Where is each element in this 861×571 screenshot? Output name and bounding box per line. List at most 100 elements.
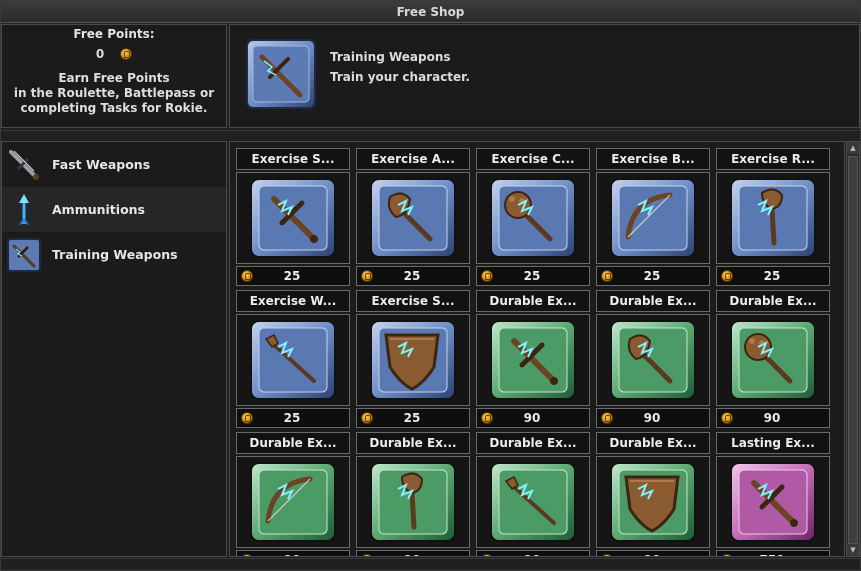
window-footer — [1, 558, 860, 570]
shop-item-price: 90 — [476, 550, 590, 556]
shield-icon[interactable] — [596, 456, 710, 548]
shop-item-tile[interactable]: Durable Ex... 90 — [596, 432, 710, 556]
scrollbar-thumb[interactable] — [848, 156, 858, 544]
shop-item-tile[interactable]: Durable Ex... 90 — [236, 432, 350, 556]
shop-item-name: Exercise W... — [236, 290, 350, 312]
sidebar-item-label: Fast Weapons — [52, 157, 151, 172]
item-grid-scrollbar[interactable]: ▲ ▼ — [846, 141, 860, 557]
shop-item-price: 90 — [716, 408, 830, 428]
shop-item-price: 25 — [356, 266, 470, 286]
club-icon[interactable] — [716, 314, 830, 406]
shop-item-name: Durable Ex... — [476, 432, 590, 454]
shop-item-name: Exercise S... — [356, 290, 470, 312]
shop-item-price-value: 90 — [597, 551, 707, 556]
shop-item-tile[interactable]: Exercise R... 25 — [716, 148, 830, 286]
shop-item-name: Exercise B... — [596, 148, 710, 170]
shop-item-name: Durable Ex... — [476, 290, 590, 312]
shop-item-price-value: 25 — [643, 269, 661, 283]
sidebar-item-ammunitions[interactable]: Ammunitions — [2, 187, 226, 232]
shop-item-tile[interactable]: Exercise C... 25 — [476, 148, 590, 286]
shop-item-price-value: 25 — [403, 411, 421, 425]
shop-item-tile[interactable]: Durable Ex... 90 — [476, 290, 590, 428]
arrow-icon — [6, 192, 42, 228]
item-grid: Exercise S... 25 Exercise A... 25 Exercise C… — [229, 141, 845, 557]
shop-item-tile[interactable]: Exercise W... 25 — [236, 290, 350, 428]
wand-icon[interactable] — [476, 456, 590, 548]
shop-item-price: 90 — [236, 550, 350, 556]
wand-icon[interactable] — [236, 314, 350, 406]
shop-item-price-value: 25 — [283, 269, 301, 283]
shop-item-tile[interactable]: Durable Ex... 90 — [356, 432, 470, 556]
training-sword-icon — [6, 237, 42, 273]
shop-item-price-value: 25 — [403, 269, 421, 283]
coin-icon — [120, 48, 133, 60]
shop-item-name: Lasting Ex... — [716, 432, 830, 454]
category-info-text: Training Weapons Train your character. — [330, 47, 470, 87]
shop-item-name: Exercise R... — [716, 148, 830, 170]
shop-item-price-value: 90 — [237, 551, 347, 556]
free-points-desc-line: completing Tasks for Rokie. — [20, 101, 208, 115]
shop-item-name: Exercise C... — [476, 148, 590, 170]
shop-item-price-value: 90 — [477, 551, 587, 556]
shop-item-name: Exercise S... — [236, 148, 350, 170]
sword-icon[interactable] — [716, 456, 830, 548]
rod-icon[interactable] — [716, 172, 830, 264]
shop-item-name: Durable Ex... — [596, 290, 710, 312]
free-points-desc-line: Earn Free Points — [58, 71, 170, 85]
window-title: Free Shop — [1, 1, 860, 23]
axe-icon[interactable] — [356, 172, 470, 264]
shop-item-price: 90 — [476, 408, 590, 428]
category-sidebar: Fast Weapons Ammunitions Training Weapon… — [1, 141, 227, 557]
bow-icon[interactable] — [236, 456, 350, 548]
scroll-up-arrow-icon[interactable]: ▲ — [847, 142, 859, 154]
sidebar-item-training-weapons[interactable]: Training Weapons — [2, 232, 226, 277]
shop-item-name: Exercise A... — [356, 148, 470, 170]
sword-icon[interactable] — [236, 172, 350, 264]
shop-item-tile[interactable]: Exercise B... 25 — [596, 148, 710, 286]
shop-item-price: 25 — [236, 408, 350, 428]
free-points-balance: 0 — [2, 47, 226, 61]
free-points-panel: Free Points: 0 Earn Free Points in the R… — [1, 24, 227, 128]
shield-icon[interactable] — [356, 314, 470, 406]
shop-item-price: 90 — [356, 550, 470, 556]
shop-item-name: Durable Ex... — [236, 432, 350, 454]
shop-item-price: 25 — [236, 266, 350, 286]
shop-item-tile[interactable]: Exercise S... 25 — [236, 148, 350, 286]
shop-item-price: 25 — [716, 266, 830, 286]
rod-icon[interactable] — [356, 456, 470, 548]
shop-item-tile[interactable]: Exercise A... 25 — [356, 148, 470, 286]
shop-item-price-value: 90 — [643, 411, 661, 425]
training-sword-icon — [244, 37, 318, 111]
shop-item-name: Durable Ex... — [356, 432, 470, 454]
shop-item-name: Durable Ex... — [716, 290, 830, 312]
shop-item-tile[interactable]: Exercise S... 25 — [356, 290, 470, 428]
axe-icon[interactable] — [596, 314, 710, 406]
sword-icon[interactable] — [476, 314, 590, 406]
sidebar-item-label: Training Weapons — [52, 247, 178, 262]
shop-item-name: Durable Ex... — [596, 432, 710, 454]
shop-item-price: 90 — [596, 408, 710, 428]
shop-item-price-value: 90 — [357, 551, 467, 556]
free-points-description: Earn Free Points in the Roulette, Battle… — [2, 71, 226, 116]
sidebar-item-label: Ammunitions — [52, 202, 145, 217]
category-info-panel: Training Weapons Train your character. — [229, 24, 860, 128]
shop-item-price-value: 750 — [717, 551, 827, 556]
shop-item-price: 750 — [716, 550, 830, 556]
shop-item-price-value: 25 — [283, 411, 301, 425]
shop-item-tile[interactable]: Durable Ex... 90 — [596, 290, 710, 428]
scroll-down-arrow-icon[interactable]: ▼ — [847, 544, 859, 556]
bow-icon[interactable] — [596, 172, 710, 264]
club-icon[interactable] — [476, 172, 590, 264]
category-info-subtitle: Train your character. — [330, 70, 470, 84]
shop-item-price: 25 — [596, 266, 710, 286]
shop-item-price-value: 25 — [523, 269, 541, 283]
sidebar-item-fast-weapons[interactable]: Fast Weapons — [2, 142, 226, 187]
shop-item-tile[interactable]: Durable Ex... 90 — [716, 290, 830, 428]
shop-item-tile[interactable]: Lasting Ex... 750 — [716, 432, 830, 556]
free-points-title: Free Points: — [73, 27, 155, 41]
shop-item-price-value: 25 — [763, 269, 781, 283]
sword-icon — [6, 147, 42, 183]
shop-item-price: 90 — [596, 550, 710, 556]
panel-divider — [1, 130, 860, 140]
shop-item-tile[interactable]: Durable Ex... 90 — [476, 432, 590, 556]
